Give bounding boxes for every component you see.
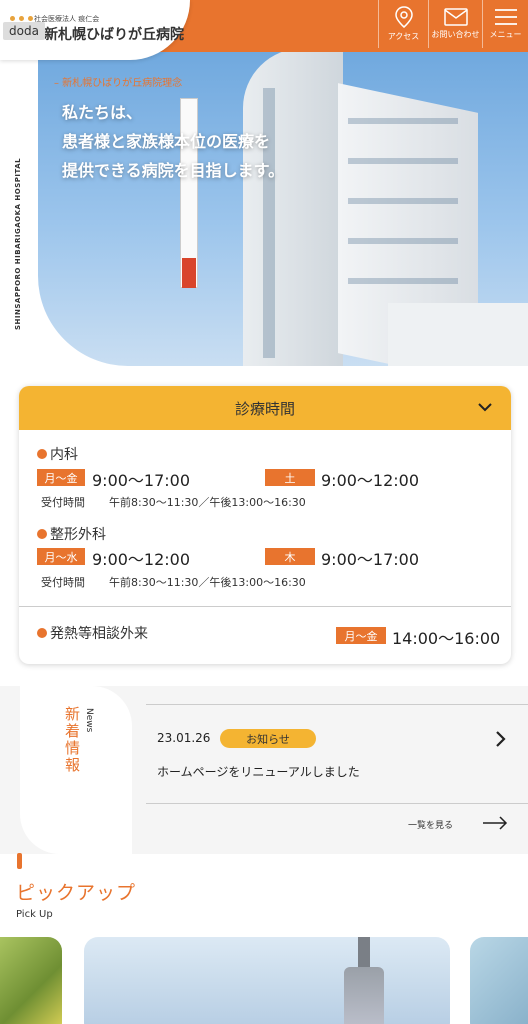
nav-menu-button[interactable]: メニュー <box>482 0 528 48</box>
overlay-tag: doda <box>3 22 45 40</box>
hours-accordion-header[interactable]: 診療時間 <box>19 386 511 430</box>
divider <box>19 606 511 607</box>
reception-hours: 午前8:30～11:30／午後13:00～16:30 <box>109 576 306 589</box>
time-value: 9:00～12:00 <box>92 550 191 569</box>
department-name: 発熱等相談外来 <box>50 626 148 642</box>
news-heading: 新着情報 <box>63 706 81 774</box>
arrow-right-icon[interactable] <box>482 816 508 830</box>
hamburger-menu-icon <box>494 9 517 25</box>
time-value: 9:00～12:00 <box>321 471 420 490</box>
hero-copy-line: 私たちは、 <box>62 103 143 122</box>
pickup-card[interactable] <box>470 937 528 1024</box>
pickup-card[interactable] <box>0 937 62 1024</box>
department-internal: 内科 <box>37 444 78 464</box>
pickup-heading-en: Pick Up <box>16 909 53 920</box>
map-pin-icon <box>394 6 413 28</box>
section-marker <box>17 853 22 869</box>
consultation-hours-card: 診療時間 内科 月～金 9:00～17:00 土 9:00～12:00 受付時間… <box>19 386 511 664</box>
reception-hours: 午前8:30～11:30／午後13:00～16:30 <box>109 496 306 509</box>
reception-label: 受付時間 <box>41 496 85 509</box>
day-tag: 月～金 <box>37 469 85 486</box>
pickup-heading: ピックアップ <box>16 882 137 904</box>
hero-copy: 私たちは、 患者様と家族様本位の医療を 提供できる病院を目指します。 <box>62 98 342 185</box>
chevron-down-icon <box>478 403 492 412</box>
department-orthopedics: 整形外科 <box>37 524 106 544</box>
logo-mark <box>10 16 33 21</box>
nav-contact-label: お問い合わせ <box>431 30 480 39</box>
chevron-right-icon[interactable] <box>494 730 508 748</box>
news-category-badge: お知らせ <box>220 729 316 748</box>
hero-vertical-text: SHINSAPPORO HIBARIGAOKA HOSPITAL <box>14 157 22 330</box>
pickup-card[interactable] <box>84 937 450 1024</box>
day-tag: 木 <box>265 548 315 565</box>
time-value: 9:00～17:00 <box>92 471 191 490</box>
nav-menu-label: メニュー <box>489 30 522 39</box>
day-tag: 月～金 <box>336 627 386 644</box>
day-tag: 土 <box>265 469 315 486</box>
hours-title: 診療時間 <box>234 399 295 418</box>
news-heading-en: News <box>84 708 94 733</box>
news-item-link[interactable]: ホームページをリニューアルしました <box>157 763 360 780</box>
hero-copy-line: 提供できる病院を目指します。 <box>62 161 285 180</box>
nav-contact-button[interactable]: お問い合わせ <box>428 0 482 48</box>
department-fever: 発熱等相談外来 <box>37 623 148 643</box>
hero-image <box>38 48 528 366</box>
department-name: 内科 <box>50 447 78 463</box>
nav-access-label: アクセス <box>387 32 420 41</box>
divider <box>146 803 528 804</box>
divider <box>146 704 528 705</box>
news-more-link[interactable]: 一覧を見る <box>408 818 453 831</box>
day-tag: 月～水 <box>37 548 85 565</box>
department-name: 整形外科 <box>50 527 106 543</box>
time-value: 14:00～16:00 <box>392 629 501 648</box>
news-date: 23.01.26 <box>157 731 211 745</box>
logo-title: 新札幌ひばりが丘病院 <box>44 27 184 43</box>
hero-copy-line: 患者様と家族様本位の医療を <box>62 132 271 151</box>
nav-access-button[interactable]: アクセス <box>378 0 428 48</box>
time-value: 9:00～17:00 <box>321 550 420 569</box>
reception-label: 受付時間 <box>41 576 85 589</box>
hero-eyebrow: – 新札幌ひばりが丘病院理念 <box>54 78 183 89</box>
envelope-icon <box>443 8 468 26</box>
